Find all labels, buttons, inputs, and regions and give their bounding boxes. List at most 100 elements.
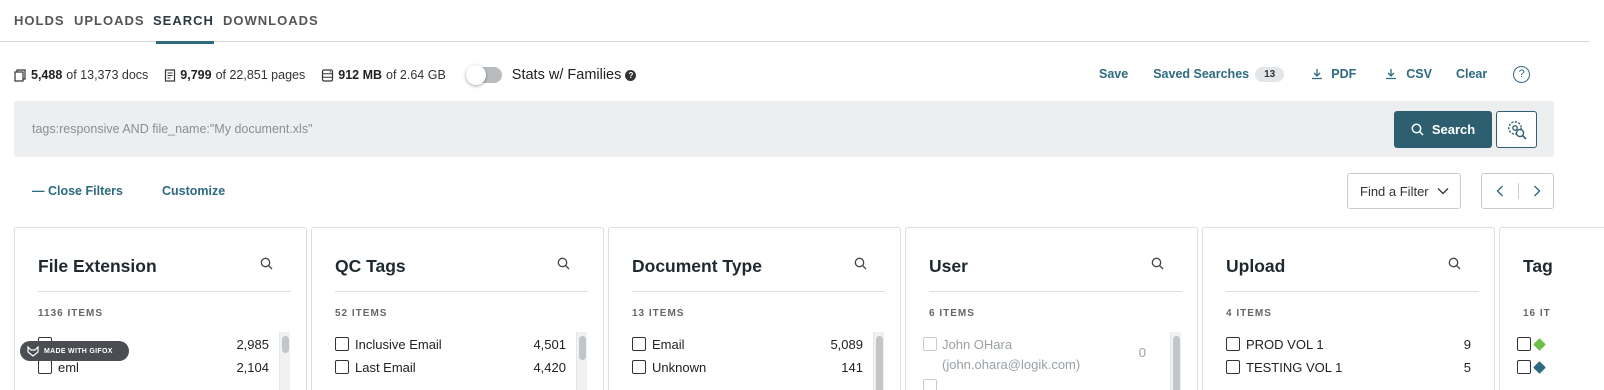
csv-export-button[interactable]: CSV [1385,67,1432,81]
checkbox[interactable] [1226,337,1240,351]
item-value: 2,104 [236,359,269,375]
page-icon [165,68,176,82]
search-actions: Save Saved Searches 13 PDF CSV Clear ? [1097,64,1531,84]
saved-searches-label: Saved Searches [1153,67,1250,81]
csv-label: CSV [1406,67,1432,81]
document-type-filter-card: Document Type 13 ITEMS Email 5,089 Unkno… [608,227,901,390]
pages-stat: 9,799 of 22,851 pages [164,68,305,82]
scrollbar-thumb[interactable] [579,336,586,360]
saved-searches-button[interactable]: Saved Searches 13 [1153,66,1285,82]
database-icon [322,68,334,82]
pdf-export-button[interactable]: PDF [1311,67,1356,81]
tag-icon [1533,360,1546,374]
families-toggle[interactable] [465,65,502,85]
customize-button[interactable]: Customize [162,184,225,198]
checkbox[interactable] [1517,337,1531,351]
next-filters-button[interactable] [1519,174,1555,208]
save-button[interactable]: Save [1099,67,1128,81]
watermark-text: MADE WITH GIFOX [44,347,113,355]
list-item[interactable]: Last Email 4,420 [335,357,566,377]
list-item[interactable]: John OHara (john.ohara@logik.com) [942,335,1080,375]
checkbox[interactable] [335,360,349,374]
user-name: John OHara [942,337,1013,352]
list-item[interactable]: TESTING VOL 1 5 [1226,357,1471,377]
card-title: Upload [1226,256,1286,276]
checkbox[interactable] [923,337,937,351]
list-item[interactable]: Unknown 141 [632,357,863,377]
checkbox[interactable] [38,360,52,374]
tab-downloads[interactable]: DOWNLOADS [223,13,319,28]
checkbox[interactable] [1226,360,1240,374]
question-icon[interactable]: ? [625,69,637,81]
card-divider [38,291,291,292]
pages-total: of 22,851 pages [215,68,306,82]
chevron-down-icon [1437,188,1449,195]
item-label: Inclusive Email [355,336,442,352]
tab-uploads[interactable]: UPLOADS [74,13,145,28]
list-item[interactable]: Inclusive Email 4,501 [335,334,566,354]
fox-logo-icon [27,345,39,357]
tab-search[interactable]: SEARCH [153,13,214,28]
item-value: 5,089 [830,336,863,352]
user-email: (john.ohara@logik.com) [942,357,1081,372]
list-item[interactable] [1517,334,1546,354]
scrollbar-thumb[interactable] [876,336,883,390]
find-a-filter-dropdown[interactable]: Find a Filter [1347,173,1461,209]
advanced-search-button[interactable] [1496,111,1537,148]
list-item[interactable]: Email 5,089 [632,334,863,354]
card-title: Tag [1523,256,1553,276]
checkbox[interactable] [632,337,646,351]
families-label: Stats w/ Families [511,67,622,83]
item-label: Email [652,336,685,352]
active-tab-indicator [156,41,214,44]
close-filters-button[interactable]: — Close Filters [32,184,123,198]
scrollbar[interactable] [279,332,290,390]
list-item[interactable]: PROD VOL 1 9 [1226,334,1471,354]
card-divider [632,291,885,292]
help-button[interactable]: ? [1513,65,1531,83]
search-button[interactable]: Search [1394,111,1492,148]
item-value: 9 [1463,336,1471,352]
user-filter-card: User 6 ITEMS John OHara (john.ohara@logi… [905,227,1198,390]
item-label: TESTING VOL 1 [1246,359,1343,375]
tab-holds[interactable]: HOLDS [14,13,65,28]
docs-stat: 5,488 of 13,373 docs [14,68,148,82]
checkbox[interactable] [335,337,349,351]
search-icon[interactable] [1448,257,1461,270]
item-value: 4,420 [533,359,566,375]
prev-filters-button[interactable] [1482,174,1518,208]
pages-count: 9,799 [180,68,212,82]
tag-icon [1533,337,1546,351]
item-value: 4,501 [533,336,566,352]
search-icon[interactable] [260,257,273,270]
item-label: PROD VOL 1 [1246,336,1324,352]
card-divider [335,291,588,292]
scrollbar-thumb[interactable] [282,336,289,353]
search-input[interactable] [14,101,1384,157]
scrollbar[interactable] [1170,332,1181,390]
item-value: 0 [1138,345,1146,360]
search-icon[interactable] [854,257,867,270]
top-nav: HOLDS UPLOADS SEARCH DOWNLOADS [0,0,1590,44]
gifox-watermark: MADE WITH GIFOX [20,341,129,361]
download-icon [1386,69,1397,80]
clear-button[interactable]: Clear [1456,67,1487,81]
card-title: QC Tags [335,256,406,276]
item-count: 6 ITEMS [929,308,975,319]
card-title: File Extension [38,256,157,276]
filter-pager [1481,173,1554,209]
search-icon[interactable] [557,257,570,270]
pdf-label: PDF [1331,67,1357,81]
upload-filter-card: Upload 4 ITEMS PROD VOL 1 9 TESTING VOL … [1202,227,1495,390]
checkbox[interactable] [632,360,646,374]
scrollbar-thumb[interactable] [1173,336,1180,390]
list-item[interactable] [1517,357,1546,377]
item-value: 141 [841,359,863,375]
item-value: 5 [1463,359,1471,375]
documents-icon [14,68,26,82]
checkbox[interactable] [1517,360,1531,374]
search-icon[interactable] [1151,257,1164,270]
scrollbar[interactable] [576,332,587,390]
checkbox[interactable] [923,379,937,390]
scrollbar[interactable] [873,332,884,390]
